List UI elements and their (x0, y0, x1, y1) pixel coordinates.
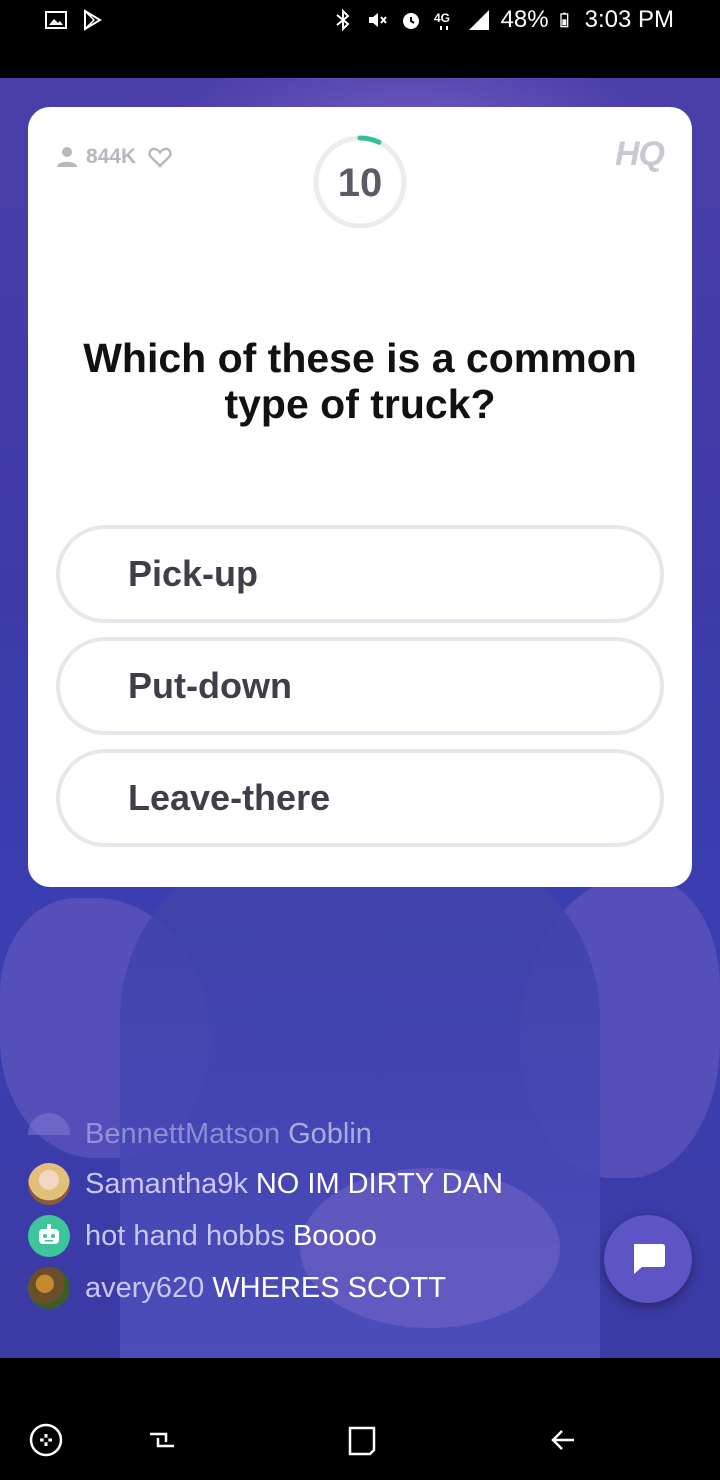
avatar (28, 1113, 70, 1135)
answer-option-3[interactable]: Leave-there (56, 749, 664, 847)
countdown-timer: 10 (312, 134, 408, 230)
chat-username: hot hand hobbs (85, 1219, 285, 1252)
answer-option-1[interactable]: Pick-up (56, 525, 664, 623)
chat-message: avery620 WHERES SCOTT (28, 1266, 446, 1310)
clock: 3:03 PM (584, 6, 674, 33)
chat-username: Samantha9k (85, 1167, 248, 1200)
gallery-icon (45, 11, 67, 29)
4g-lte-icon: 4G (434, 11, 450, 30)
back-arrow-icon[interactable] (544, 1420, 584, 1460)
system-nav-bar (0, 1358, 720, 1480)
status-bar: 4G 48% 3:03 PM (0, 0, 720, 78)
signal-icon (468, 10, 489, 30)
svg-text:4G: 4G (434, 11, 450, 25)
chat-username: avery620 (85, 1271, 205, 1304)
game-tools-icon[interactable] (26, 1420, 66, 1460)
timer-value: 10 (337, 161, 383, 205)
robot-icon (39, 1224, 59, 1244)
chat-text: WHERES SCOTT (212, 1271, 446, 1304)
person-icon (57, 147, 77, 167)
viewer-count: 844K (56, 145, 172, 169)
hq-logo: HQ (615, 135, 665, 173)
answer-option-2[interactable]: Put-down (56, 637, 664, 735)
robot-avatar-icon (28, 1215, 70, 1257)
chat-message: hot hand hobbs Boooo (28, 1214, 377, 1258)
chat-text: Boooo (292, 1219, 377, 1252)
chat-button[interactable] (604, 1215, 692, 1303)
battery-icon (559, 12, 568, 28)
heart-icon[interactable] (148, 146, 172, 168)
chat-text: NO IM DIRTY DAN (255, 1167, 503, 1200)
chat-bubble-icon (634, 1244, 665, 1274)
battery-percent: 48% (500, 6, 549, 33)
chat-text: Goblin (288, 1117, 372, 1150)
question-card: 844K 10 HQ Which of these is a common ty… (28, 107, 692, 887)
play-store-icon (84, 9, 102, 31)
mute-icon (368, 13, 387, 27)
bluetooth-icon (335, 8, 350, 32)
chat-message: Samantha9k NO IM DIRTY DAN (28, 1162, 503, 1206)
recent-apps-icon[interactable] (142, 1420, 182, 1460)
question-text: Which of these is a common type of truck… (83, 335, 637, 427)
avatar (28, 1163, 70, 1205)
home-button-icon[interactable] (342, 1420, 382, 1460)
alarm-icon (402, 13, 419, 29)
chat-username: BennettMatson (85, 1117, 281, 1150)
viewer-count-label: 844K (86, 145, 137, 168)
chat-message: BennettMatson Goblin (28, 1112, 372, 1156)
avatar (28, 1267, 70, 1309)
